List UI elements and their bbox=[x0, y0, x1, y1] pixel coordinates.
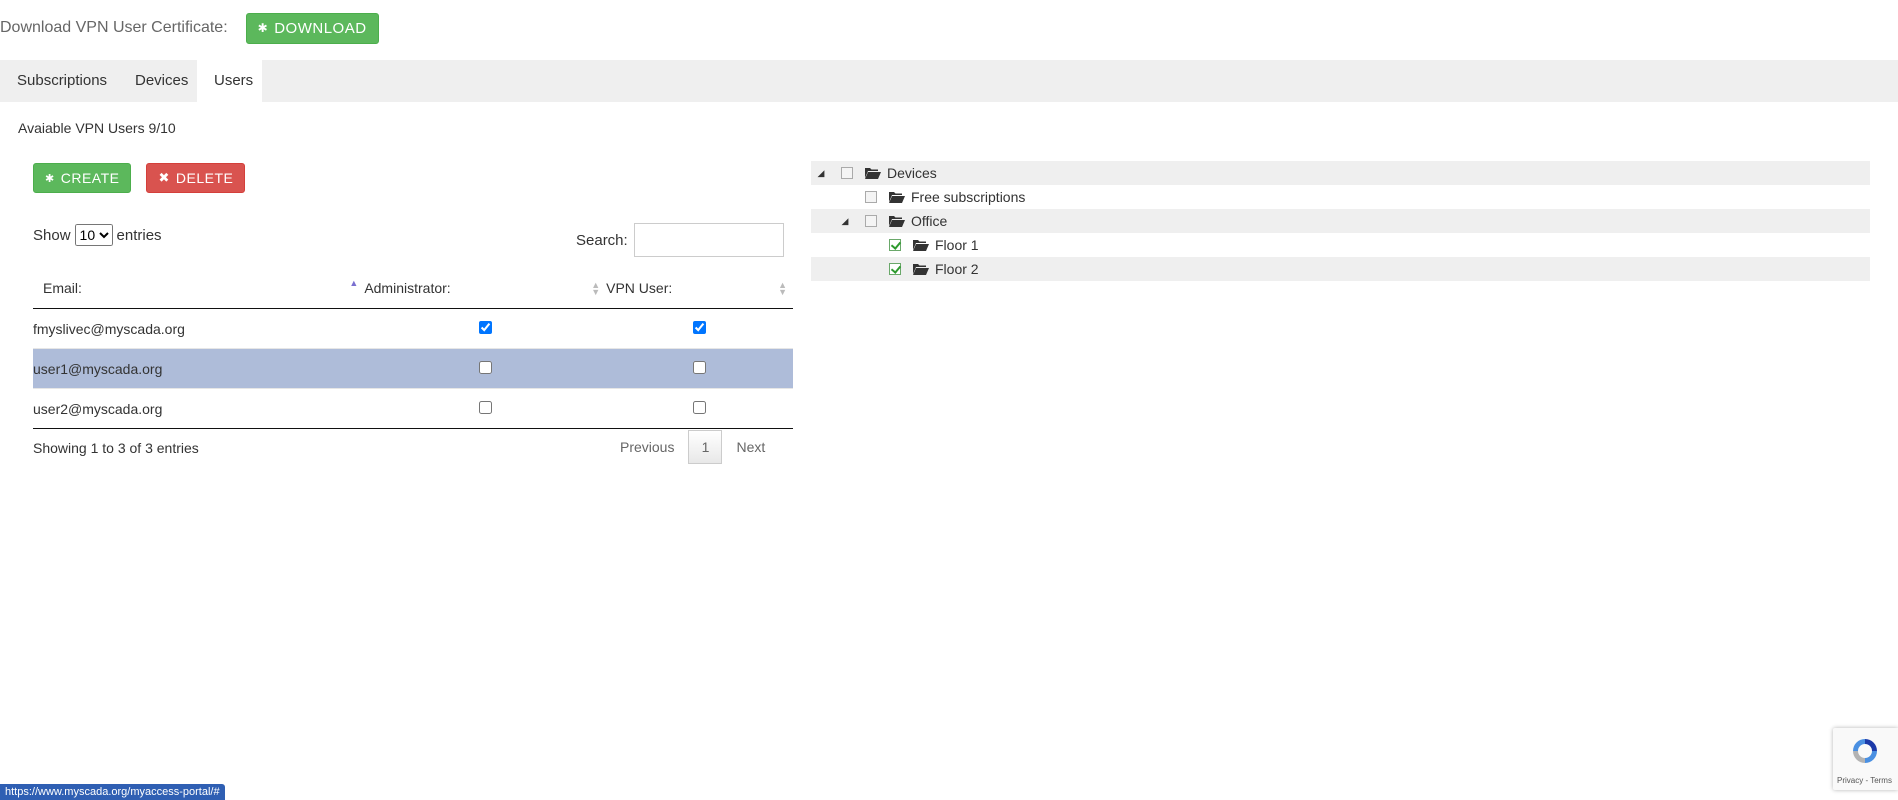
delete-label: DELETE bbox=[175, 170, 234, 186]
column-email[interactable]: Email: ▲ bbox=[33, 268, 365, 309]
sort-icon: ▲ ▼ bbox=[778, 280, 787, 297]
search-input[interactable] bbox=[633, 223, 784, 257]
search-label: Search: bbox=[576, 231, 628, 249]
close-icon: ✖ bbox=[158, 170, 170, 185]
table-header-row: Email: ▲ Administrator: ▲ ▼ VPN User: ▲ ▼ bbox=[33, 268, 793, 309]
entries-select[interactable]: 10 bbox=[74, 224, 113, 246]
tree-node-devices[interactable]: ◢ Devices bbox=[811, 161, 1870, 185]
folder-open-icon bbox=[889, 216, 905, 227]
tree-node-label: Office bbox=[911, 213, 948, 229]
available-users-text: Avaiable VPN Users 9/10 bbox=[18, 120, 176, 136]
vpn-user-checkbox[interactable] bbox=[693, 360, 707, 374]
vpn-user-checkbox[interactable] bbox=[693, 400, 707, 414]
tree-node-floor-1[interactable]: Floor 1 bbox=[811, 233, 1870, 257]
device-tree: ◢ Devices Free subscriptions ◢ Office Fl… bbox=[811, 161, 1870, 281]
tree-node-office[interactable]: ◢ Office bbox=[811, 209, 1870, 233]
administrator-cell bbox=[364, 308, 607, 349]
length-menu: Show 10 entries bbox=[33, 224, 162, 246]
folder-open-icon bbox=[913, 264, 929, 275]
status-bar-url: https://www.myscada.org/myaccess-portal/… bbox=[0, 784, 225, 800]
tree-checkbox-checked[interactable] bbox=[889, 239, 901, 251]
table-row[interactable]: fmyslivec@myscada.org bbox=[33, 308, 793, 349]
folder-open-icon bbox=[865, 168, 881, 179]
column-email-label: Email: bbox=[43, 280, 82, 296]
tree-checkbox[interactable] bbox=[841, 167, 853, 179]
email-cell: user2@myscada.org bbox=[33, 388, 365, 429]
expanded-toggle-icon[interactable]: ◢ bbox=[840, 216, 850, 227]
tab-subscriptions[interactable]: Subscriptions bbox=[0, 60, 124, 102]
create-button[interactable]: ✱ CREATE bbox=[33, 163, 132, 193]
vpn-user-cell bbox=[606, 388, 793, 429]
email-cell: user1@myscada.org bbox=[33, 348, 365, 389]
tree-checkbox-checked[interactable] bbox=[889, 263, 901, 275]
download-button[interactable]: ✱ DOWNLOAD bbox=[245, 12, 379, 44]
certificate-bar: Download VPN User Certificate: ✱ DOWNLOA… bbox=[0, 12, 379, 44]
expanded-toggle-icon[interactable]: ◢ bbox=[816, 168, 826, 179]
tree-node-label: Floor 1 bbox=[935, 237, 979, 253]
create-label: CREATE bbox=[60, 170, 120, 186]
recaptcha-icon bbox=[1853, 739, 1877, 763]
table-row[interactable]: user1@myscada.org bbox=[33, 348, 793, 389]
tree-node-free-subscriptions[interactable]: Free subscriptions bbox=[811, 185, 1870, 209]
certificate-label: Download VPN User Certificate: bbox=[0, 19, 228, 36]
email-cell: fmyslivec@myscada.org bbox=[33, 308, 365, 349]
column-administrator-label: Administrator: bbox=[364, 280, 451, 296]
delete-button[interactable]: ✖ DELETE bbox=[146, 163, 246, 193]
show-label: Show bbox=[33, 226, 71, 244]
column-administrator[interactable]: Administrator: ▲ ▼ bbox=[364, 268, 607, 309]
tree-node-label: Floor 2 bbox=[935, 261, 979, 277]
vpn-user-checkbox[interactable] bbox=[693, 320, 707, 334]
vpn-user-cell bbox=[606, 348, 793, 389]
download-label: DOWNLOAD bbox=[274, 19, 367, 37]
vpn-user-cell bbox=[606, 308, 793, 349]
administrator-checkbox[interactable] bbox=[478, 320, 492, 334]
user-actions: ✱ CREATE ✖ DELETE bbox=[33, 163, 246, 193]
users-table: Email: ▲ Administrator: ▲ ▼ VPN User: ▲ ▼ … bbox=[33, 268, 793, 429]
administrator-checkbox[interactable] bbox=[478, 400, 492, 414]
asterisk-icon: ✱ bbox=[257, 21, 269, 35]
tree-checkbox[interactable] bbox=[865, 215, 877, 227]
administrator-cell bbox=[364, 388, 607, 429]
page-number-button[interactable]: 1 bbox=[688, 430, 723, 464]
table-search: Search: bbox=[576, 223, 784, 257]
tree-node-label: Devices bbox=[887, 165, 937, 181]
folder-open-icon bbox=[913, 240, 929, 251]
pagination: Previous 1 Next bbox=[606, 430, 779, 464]
sort-icon: ▲ ▼ bbox=[591, 280, 601, 297]
tree-node-floor-2[interactable]: Floor 2 bbox=[811, 257, 1870, 281]
column-vpn-user-label: VPN User: bbox=[606, 280, 673, 296]
recaptcha-badge[interactable]: Privacy - Terms bbox=[1833, 728, 1898, 790]
folder-open-icon bbox=[889, 192, 905, 203]
asterisk-icon: ✱ bbox=[45, 172, 55, 185]
tab-bar: Subscriptions Devices Users bbox=[0, 60, 1898, 102]
entries-label: entries bbox=[116, 226, 162, 244]
table-info: Showing 1 to 3 of 3 entries bbox=[33, 440, 199, 456]
column-vpn-user[interactable]: VPN User: ▲ ▼ bbox=[606, 268, 793, 309]
tree-node-label: Free subscriptions bbox=[911, 189, 1026, 205]
tab-users[interactable]: Users bbox=[197, 60, 262, 102]
previous-page-button[interactable]: Previous bbox=[606, 439, 688, 455]
sort-asc-icon: ▲ bbox=[349, 278, 359, 288]
administrator-cell bbox=[364, 348, 607, 389]
next-page-button[interactable]: Next bbox=[722, 439, 779, 455]
tree-checkbox[interactable] bbox=[865, 191, 877, 203]
administrator-checkbox[interactable] bbox=[478, 360, 492, 374]
recaptcha-links[interactable]: Privacy - Terms bbox=[1837, 776, 1892, 785]
table-row[interactable]: user2@myscada.org bbox=[33, 388, 793, 429]
tab-devices[interactable]: Devices bbox=[118, 60, 205, 102]
